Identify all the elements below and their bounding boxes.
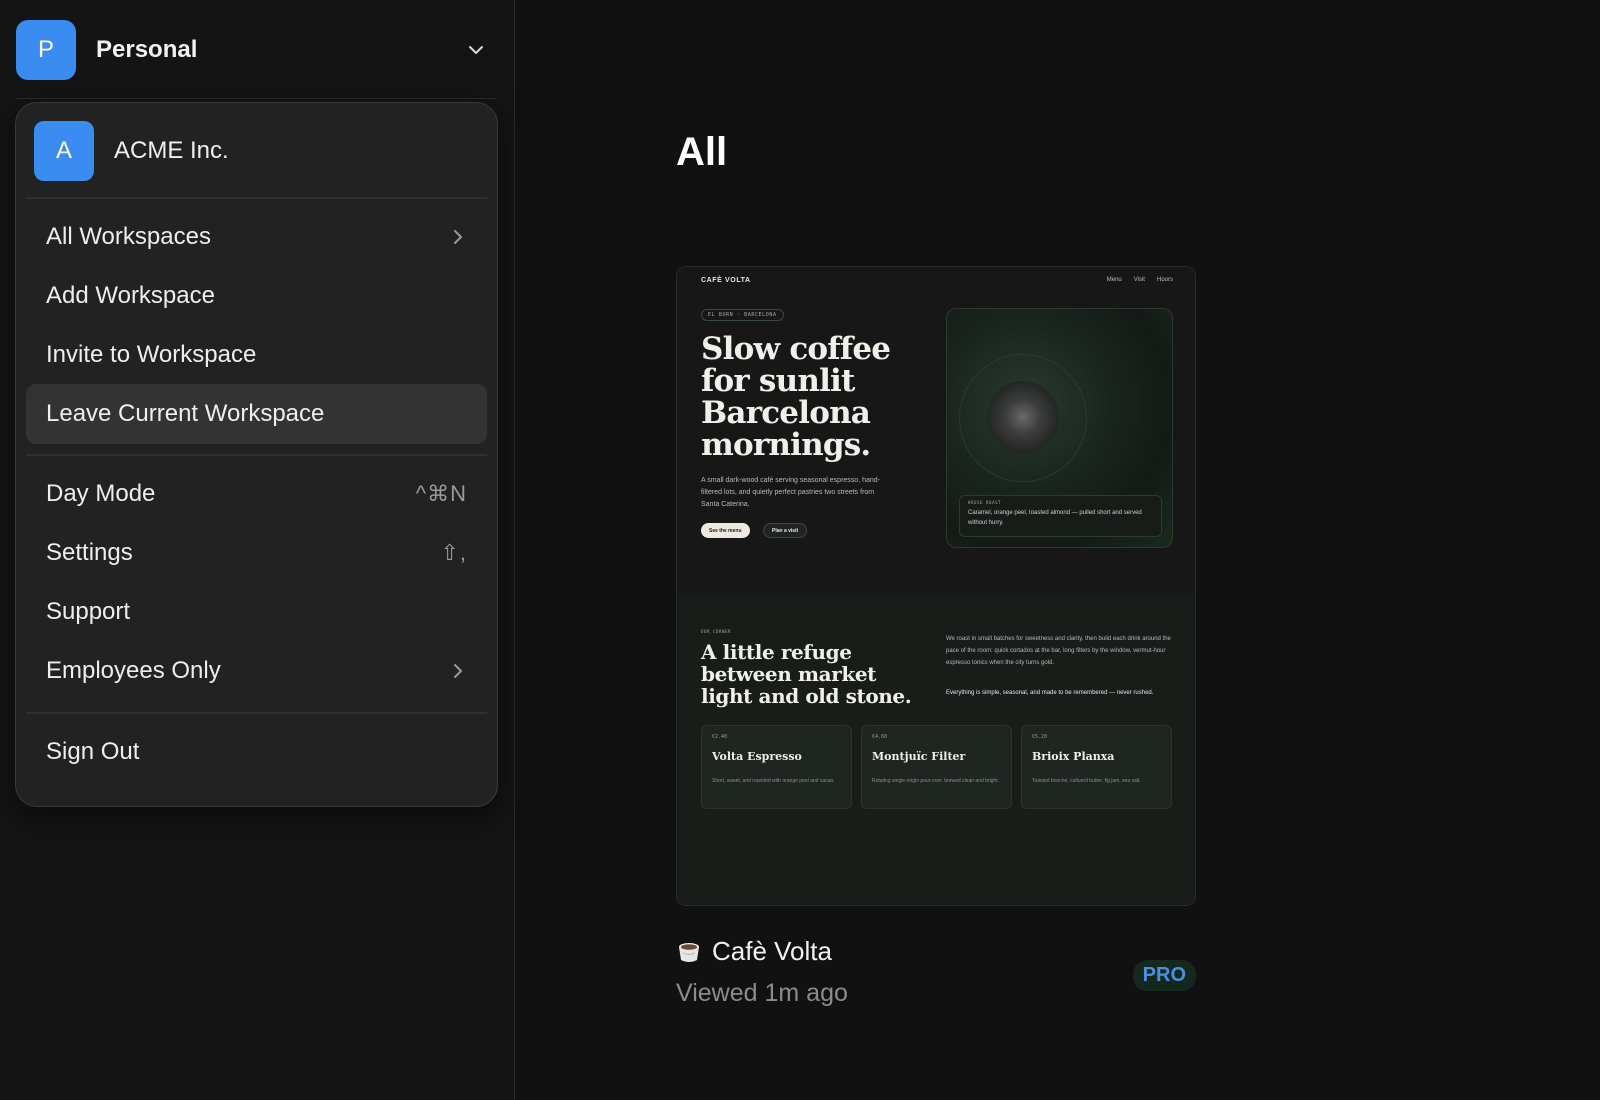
preview-art-caption: HOUSE ROAST Caramel, orange peel, toaste… xyxy=(959,495,1162,537)
preview-art-label: HOUSE ROAST xyxy=(968,500,1002,505)
preview-paragraph-emphasis: Everything is simple, seasonal, and made… xyxy=(946,690,1154,696)
project-card-thumbnail[interactable]: CAFÈ VOLTA Menu Visit Hours EL BORN · BA… xyxy=(676,266,1196,906)
preview-hero: CAFÈ VOLTA Menu Visit Hours EL BORN · BA… xyxy=(677,267,1195,593)
workspace-avatar: P xyxy=(16,20,76,80)
chevron-right-icon xyxy=(454,664,462,678)
preview-menu-price: €2.40 xyxy=(712,734,728,740)
preview-menu-price: €5.20 xyxy=(1032,734,1048,740)
preview-menu-card: €5.20 Brioix Planxa Toasted brioche, cul… xyxy=(1021,725,1172,809)
menu-item-settings[interactable]: Settings ⇧, xyxy=(26,523,487,583)
workspace-switcher[interactable]: P Personal xyxy=(16,20,496,80)
menu-item-label: Invite to Workspace xyxy=(46,341,257,368)
preview-corner-title: A little refuge between market light and… xyxy=(701,640,912,708)
coffee-cup-icon xyxy=(679,942,699,962)
preview-nav-item: Hours xyxy=(1156,277,1173,283)
preview-art-orb xyxy=(987,381,1059,453)
preview-see-menu-button: See the menu xyxy=(701,523,750,538)
sidebar: P Personal A ACME Inc. All Workspaces Ad… xyxy=(0,0,515,1100)
preview-menu-price: €4.60 xyxy=(872,734,888,740)
menu-item-label: All Workspaces xyxy=(46,223,211,250)
menu-item-sign-out[interactable]: Sign Out xyxy=(26,722,487,782)
menu-divider xyxy=(26,454,487,456)
preview-art-text: Caramel, orange peel, toasted almond — p… xyxy=(968,510,1142,526)
page-title: All xyxy=(676,130,728,174)
preview-nav-item: Menu xyxy=(1106,277,1122,283)
card-title-row: Cafè Volta xyxy=(676,936,1196,967)
preview-menu-name: Montjuïc Filter xyxy=(872,750,966,763)
menu-org[interactable]: A ACME Inc. xyxy=(34,121,229,181)
chevron-right-icon xyxy=(454,230,462,244)
switcher-divider xyxy=(16,98,496,99)
org-name: ACME Inc. xyxy=(114,137,229,164)
preview-hero-subtitle: A small dark-wood café serving seasonal … xyxy=(701,477,880,508)
preview-paragraph: We roast in small batches for sweetness … xyxy=(946,636,1171,666)
menu-item-label: Add Workspace xyxy=(46,282,215,309)
menu-item-all-workspaces[interactable]: All Workspaces xyxy=(26,207,487,267)
card-title: Cafè Volta xyxy=(712,936,832,966)
project-card-meta[interactable]: Cafè Volta Viewed 1m ago PRO xyxy=(676,936,1196,1008)
preview-nav: Menu Visit Hours xyxy=(1107,277,1173,283)
org-avatar: A xyxy=(34,121,94,181)
menu-item-label: Day Mode xyxy=(46,480,156,507)
preview-corner-section: OUR CORNER A little refuge between marke… xyxy=(677,593,1195,905)
preview-brand: CAFÈ VOLTA xyxy=(701,277,751,284)
chevron-down-icon xyxy=(469,46,483,54)
menu-item-label: Leave Current Workspace xyxy=(46,400,325,427)
preview-menu-desc: Rotating single-origin pour-over, brewed… xyxy=(872,778,1000,784)
preview-hero-art: HOUSE ROAST Caramel, orange peel, toaste… xyxy=(946,308,1173,548)
menu-item-label: Settings xyxy=(46,539,133,566)
preview-corner-label: OUR CORNER xyxy=(701,629,732,634)
menu-item-label: Support xyxy=(46,598,131,625)
preview-menu-desc: Short, sweet, and rounded with orange pe… xyxy=(712,778,835,784)
menu-item-leave-workspace[interactable]: Leave Current Workspace xyxy=(26,384,487,444)
preview-nav-item: Visit xyxy=(1133,277,1145,283)
workspace-menu: A ACME Inc. All Workspaces Add Workspace… xyxy=(15,102,498,807)
menu-divider xyxy=(26,197,487,199)
menu-item-label: Employees Only xyxy=(46,657,221,684)
pro-badge: PRO xyxy=(1132,960,1196,991)
menu-item-employees-only[interactable]: Employees Only xyxy=(26,641,487,701)
preview-hero-title: Slow coffee for sunlit Barcelona morning… xyxy=(701,331,891,463)
preview-location-pill: EL BORN · BARCELONA xyxy=(701,309,784,321)
shortcut-label: ^⌘N xyxy=(415,481,467,506)
preview-menu-card: €2.40 Volta Espresso Short, sweet, and r… xyxy=(701,725,852,809)
card-last-viewed: Viewed 1m ago xyxy=(676,979,848,1007)
shortcut-label: ⇧, xyxy=(440,540,467,565)
menu-item-support[interactable]: Support xyxy=(26,582,487,642)
menu-divider xyxy=(26,712,487,714)
menu-item-label: Sign Out xyxy=(46,738,140,765)
preview-menu-name: Brioix Planxa xyxy=(1032,750,1115,763)
menu-item-invite-to-workspace[interactable]: Invite to Workspace xyxy=(26,325,487,385)
preview-menu-desc: Toasted brioche, cultured butter, fig ja… xyxy=(1032,778,1141,784)
preview-menu-card: €4.60 Montjuïc Filter Rotating single-or… xyxy=(861,725,1012,809)
preview-plan-visit-button: Plan a visit xyxy=(763,523,808,538)
menu-item-add-workspace[interactable]: Add Workspace xyxy=(26,266,487,326)
workspace-name: Personal xyxy=(96,36,198,63)
preview-menu-name: Volta Espresso xyxy=(712,750,802,763)
menu-item-day-mode[interactable]: Day Mode ^⌘N xyxy=(26,464,487,524)
